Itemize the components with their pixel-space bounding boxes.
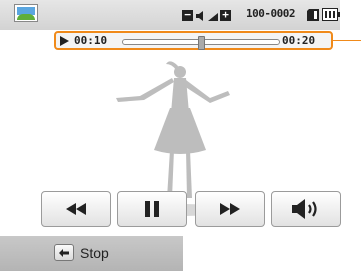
callout-line [333, 40, 361, 41]
status-bar: − + 100-0002 [0, 0, 340, 30]
pause-icon [145, 201, 159, 217]
rewind-button[interactable] [41, 191, 111, 227]
landscape-thumbnail-icon [14, 4, 38, 22]
exposure-indicator: − + [182, 9, 231, 21]
fast-forward-icon [220, 203, 240, 215]
file-number: 100-0002 [246, 7, 295, 20]
bottom-bar: Stop [0, 236, 183, 271]
stop-label: Stop [80, 244, 109, 261]
plus-icon: + [220, 9, 231, 21]
volume-icon [292, 199, 317, 219]
minus-icon: − [182, 9, 193, 21]
current-time: 00:10 [74, 34, 108, 47]
memory-card-icon [307, 9, 319, 21]
volume-button[interactable] [271, 191, 341, 227]
rewind-icon [66, 203, 86, 215]
battery-full-icon [322, 8, 340, 21]
speaker-small-icon [196, 10, 203, 21]
total-time: 00:20 [282, 34, 316, 47]
progress-track[interactable] [122, 36, 280, 50]
stop-button[interactable]: Stop [54, 244, 109, 261]
fast-forward-button[interactable] [195, 191, 265, 227]
play-icon [60, 36, 69, 46]
back-arrow-icon [54, 244, 74, 261]
playback-progress-panel: 00:10 00:20 [54, 31, 333, 50]
pause-button[interactable] [117, 191, 187, 227]
progress-handle[interactable] [198, 36, 205, 50]
exposure-scale-icon [208, 12, 218, 21]
video-playback-screen: − + 100-0002 00:10 00:20 Stop [0, 0, 361, 271]
